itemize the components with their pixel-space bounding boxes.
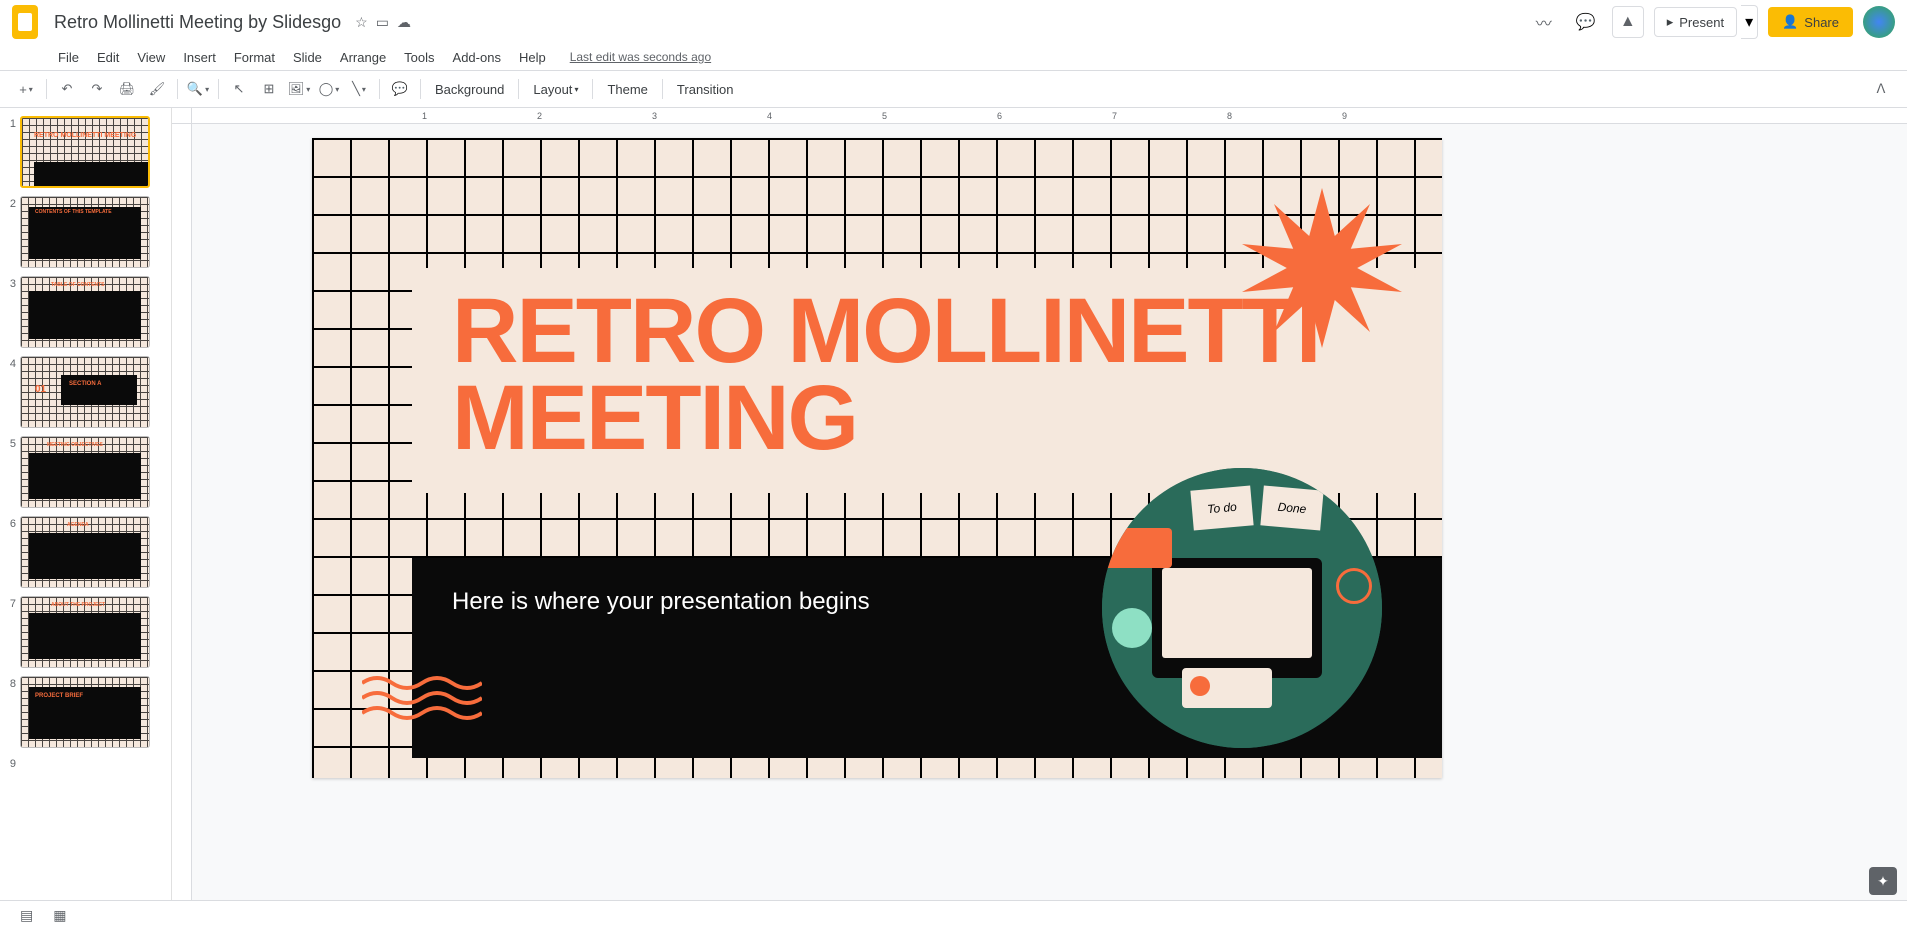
present-dropdown-button[interactable]: ▾ [1741, 5, 1758, 39]
menu-help[interactable]: Help [511, 46, 554, 69]
select-tool[interactable]: ↖ [225, 75, 253, 103]
vertical-ruler [172, 124, 192, 900]
menu-edit[interactable]: Edit [89, 46, 127, 69]
thumb-title: AGENDA [67, 523, 89, 528]
presentation-options-icon[interactable]: ▲ [1612, 6, 1644, 38]
menu-addons[interactable]: Add-ons [445, 46, 509, 69]
thumb-title: TABLE OF CONTENTS [51, 283, 105, 288]
transition-button[interactable]: Transition [669, 75, 742, 103]
slide-thumb-7[interactable]: ABOUT THE PROJECT [20, 596, 150, 668]
move-icon[interactable]: ▭ [376, 14, 389, 31]
thumb-number: 9 [6, 756, 20, 770]
thumb-title: CONTENTS OF THIS TEMPLATE [35, 210, 112, 215]
play-icon: ▸ [1667, 14, 1674, 30]
filmstrip-view-icon[interactable]: ▤ [20, 907, 33, 924]
print-button[interactable]: 🖨 [113, 75, 141, 103]
horizontal-ruler: 1 2 3 4 5 6 7 8 9 [192, 108, 1907, 124]
thumb-title: PROJECT BRIEF [35, 693, 83, 699]
present-label: Present [1679, 15, 1724, 30]
redo-button[interactable]: ↷ [83, 75, 111, 103]
slide-canvas-area[interactable]: 1 2 3 4 5 6 7 8 9 RETRO MOLLINETTI MEETI… [172, 108, 1907, 900]
menu-format[interactable]: Format [226, 46, 283, 69]
explore-button[interactable]: ✦ [1869, 867, 1897, 895]
paint-format-button[interactable]: 🖌 [143, 75, 171, 103]
textbox-tool[interactable]: ⊞ [255, 75, 283, 103]
thumb-number: 2 [6, 196, 20, 210]
thumb-title: MEETING OBJECTIVES [47, 443, 103, 448]
thumb-number: 5 [6, 436, 20, 450]
slide-thumb-6[interactable]: AGENDA [20, 516, 150, 588]
zoom-out-button[interactable]: 🔍▾ [184, 75, 212, 103]
share-person-icon: 👤 [1782, 14, 1798, 30]
slide-subtitle[interactable]: Here is where your presentation begins [452, 588, 870, 616]
present-button[interactable]: ▸ Present [1654, 7, 1737, 37]
menu-slide[interactable]: Slide [285, 46, 330, 69]
slide-thumb-5[interactable]: MEETING OBJECTIVES [20, 436, 150, 508]
shape-tool[interactable]: ◯▾ [315, 75, 343, 103]
thumb-title: ABOUT THE PROJECT [51, 603, 105, 608]
cloud-icon[interactable]: ☁ [397, 14, 411, 31]
comment-tool[interactable]: 💬 [386, 75, 414, 103]
menu-arrange[interactable]: Arrange [332, 46, 394, 69]
undo-button[interactable]: ↶ [53, 75, 81, 103]
comments-icon[interactable]: 💬 [1570, 6, 1602, 38]
slide-filmstrip[interactable]: 1 RETRO MOLLINETTI MEETING 2 CONTENTS OF… [0, 108, 172, 900]
collapse-toolbar-button[interactable]: ᐱ [1867, 75, 1895, 103]
slide-thumb-1[interactable]: RETRO MOLLINETTI MEETING [20, 116, 150, 188]
star-icon[interactable]: ☆ [355, 14, 368, 31]
menu-file[interactable]: File [50, 46, 87, 69]
slide-thumb-4[interactable]: 01 SECTION A [20, 356, 150, 428]
ruler-corner [172, 108, 192, 124]
thumb-number: 6 [6, 516, 20, 530]
activity-icon[interactable]: 〰 [1528, 6, 1560, 38]
slide-editor[interactable]: RETRO MOLLINETTI MEETING Here is where y… [312, 138, 1442, 778]
thumb-number: 1 [6, 116, 20, 130]
share-button[interactable]: 👤 Share [1768, 7, 1853, 37]
document-title[interactable]: Retro Mollinetti Meeting by Slidesgo [48, 10, 347, 35]
thumb-title: RETRO MOLLINETTI MEETING [34, 132, 136, 139]
thumb-number: 3 [6, 276, 20, 290]
thumb-number: 8 [6, 676, 20, 690]
background-button[interactable]: Background [427, 75, 512, 103]
slide-thumb-8[interactable]: PROJECT BRIEF [20, 676, 150, 748]
menu-insert[interactable]: Insert [175, 46, 224, 69]
account-avatar[interactable] [1863, 6, 1895, 38]
new-slide-button[interactable]: +▾ [12, 75, 40, 103]
line-tool[interactable]: ╲▾ [345, 75, 373, 103]
menu-tools[interactable]: Tools [396, 46, 442, 69]
thumb-number: 7 [6, 596, 20, 610]
slide-thumb-3[interactable]: TABLE OF CONTENTS [20, 276, 150, 348]
slides-logo-icon[interactable] [12, 5, 38, 39]
starburst-icon [1242, 188, 1402, 348]
menu-view[interactable]: View [129, 46, 173, 69]
theme-button[interactable]: Theme [599, 75, 655, 103]
thumb-number: 4 [6, 356, 20, 370]
slide-thumb-2[interactable]: CONTENTS OF THIS TEMPLATE [20, 196, 150, 268]
image-tool[interactable]: 🖼▾ [285, 75, 313, 103]
grid-view-icon[interactable]: ▦ [53, 907, 66, 924]
last-edit-link[interactable]: Last edit was seconds ago [570, 50, 711, 64]
waves-icon [362, 673, 482, 728]
layout-button[interactable]: Layout▾ [525, 75, 586, 103]
share-label: Share [1804, 15, 1839, 30]
computer-illustration: To do Done [1102, 468, 1382, 748]
